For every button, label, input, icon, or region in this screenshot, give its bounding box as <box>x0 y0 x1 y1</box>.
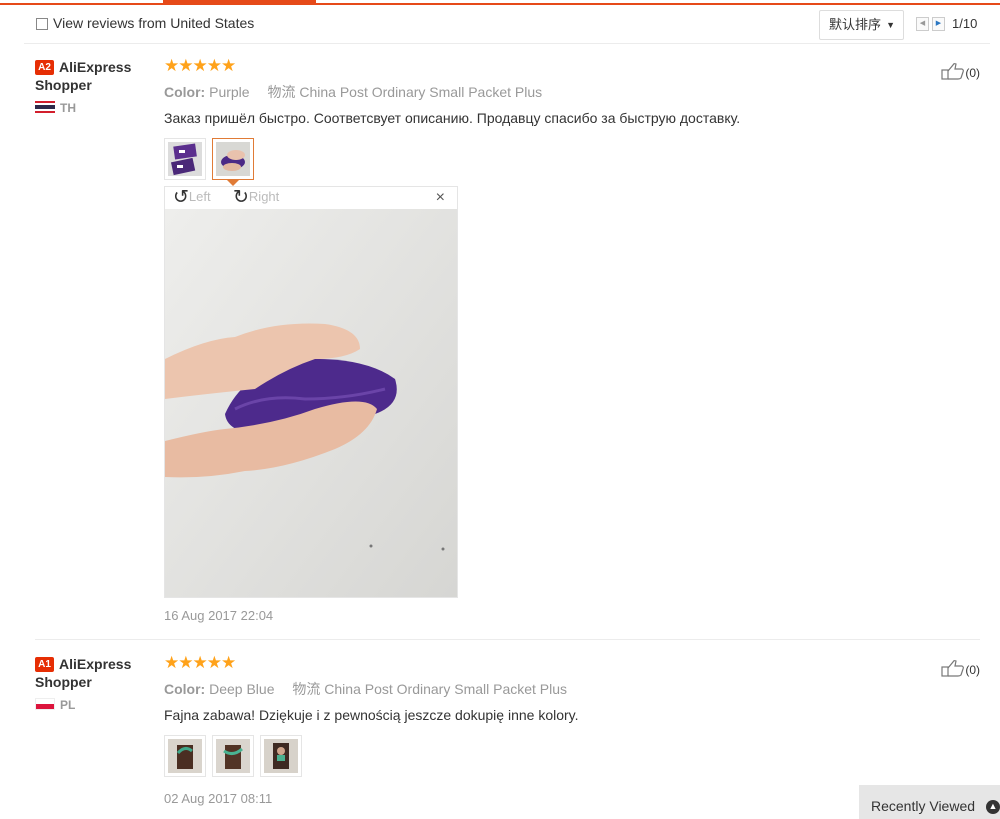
rotate-left-button[interactable]: ↺Left <box>173 187 211 208</box>
review-content: ★★★★★ Color: Purple 物流 China Post Ordina… <box>164 56 944 598</box>
photo-thumbnail[interactable] <box>260 735 302 777</box>
helpful-count: (0) <box>965 663 980 677</box>
rotate-right-button[interactable]: ↻Right <box>233 187 279 208</box>
flag-th-icon <box>35 101 55 113</box>
filter-bar: View reviews from United States 默认排序 ▼ ◀… <box>24 8 990 44</box>
photo-viewer-toolbar: ↺Left ↻Right × <box>165 187 457 209</box>
review-text: Fajna zabawa! Dziękuje i z pewnością jes… <box>164 707 579 723</box>
photo-sand-hands <box>216 142 250 176</box>
photo-sand-3 <box>264 739 298 773</box>
next-page-button[interactable]: ▶ <box>932 17 945 31</box>
page-indicator: 1/10 <box>952 16 978 31</box>
helpful-button[interactable]: (0) <box>941 659 980 677</box>
rotate-left-icon: ↺ <box>173 187 189 208</box>
review-item: A1 AliExpress Shopper PL ★★★★★ Color: Dee… <box>35 653 980 819</box>
reviewer-country: TH <box>35 101 145 115</box>
photo-thumbnail[interactable] <box>212 735 254 777</box>
review-date: 02 Aug 2017 08:11 <box>164 791 273 806</box>
recently-viewed-button[interactable]: Recently Viewed ▲ <box>859 785 1000 819</box>
review-content: ★★★★★ Color: Deep Blue 物流 China Post Ord… <box>164 653 944 779</box>
photo-thumbnail-selected[interactable] <box>212 138 254 180</box>
buyer-level-badge: A1 <box>35 657 54 672</box>
close-viewer-button[interactable]: × <box>436 189 445 207</box>
thumbs-up-icon <box>941 63 965 80</box>
us-reviews-checkbox[interactable] <box>36 18 48 30</box>
order-info: Color: Deep Blue 物流 China Post Ordinary … <box>164 681 568 697</box>
flag-pl-icon <box>35 698 55 710</box>
buyer-level-badge: A2 <box>35 60 54 75</box>
review-photos <box>164 138 944 186</box>
photo-sand-1 <box>168 739 202 773</box>
sort-label: 默认排序 <box>829 17 882 32</box>
reviewer-info: A2 AliExpress Shopper TH <box>35 58 145 115</box>
active-tab-indicator <box>163 0 316 4</box>
enlarged-photo <box>165 209 457 597</box>
sort-dropdown[interactable]: 默认排序 ▼ <box>819 10 904 40</box>
photo-sand-2 <box>216 739 250 773</box>
photo-packages <box>168 142 202 176</box>
reviewer-name: A2 AliExpress Shopper <box>35 59 132 93</box>
reviewer-country: PL <box>35 698 145 712</box>
photo-thumbnail[interactable] <box>164 735 206 777</box>
helpful-button[interactable]: (0) <box>941 62 980 80</box>
prev-page-button[interactable]: ◀ <box>916 17 929 31</box>
recently-viewed-label: Recently Viewed <box>871 798 976 814</box>
tab-strip <box>0 0 1000 5</box>
reviewer-info: A1 AliExpress Shopper PL <box>35 655 145 712</box>
helpful-count: (0) <box>965 66 980 80</box>
rotate-right-icon: ↻ <box>233 187 249 208</box>
review-item: A2 AliExpress Shopper TH ★★★★★ Color: Pur… <box>35 56 980 640</box>
thumbs-up-icon <box>941 660 965 677</box>
review-photos <box>164 735 944 779</box>
photo-thumbnail[interactable] <box>164 138 206 180</box>
review-text: Заказ пришёл быстро. Соответсвует описан… <box>164 110 741 126</box>
star-rating: ★★★★★ <box>164 56 236 75</box>
star-rating: ★★★★★ <box>164 653 236 672</box>
chevron-up-icon: ▲ <box>986 800 1000 814</box>
us-reviews-label[interactable]: View reviews from United States <box>53 15 254 31</box>
hands-kinetic-sand-image <box>165 209 457 597</box>
order-info: Color: Purple 物流 China Post Ordinary Sma… <box>164 84 543 100</box>
review-date: 16 Aug 2017 22:04 <box>164 608 274 623</box>
chevron-down-icon: ▼ <box>886 20 895 30</box>
reviewer-name: A1 AliExpress Shopper <box>35 656 132 690</box>
photo-viewer: ↺Left ↻Right × <box>164 186 458 598</box>
